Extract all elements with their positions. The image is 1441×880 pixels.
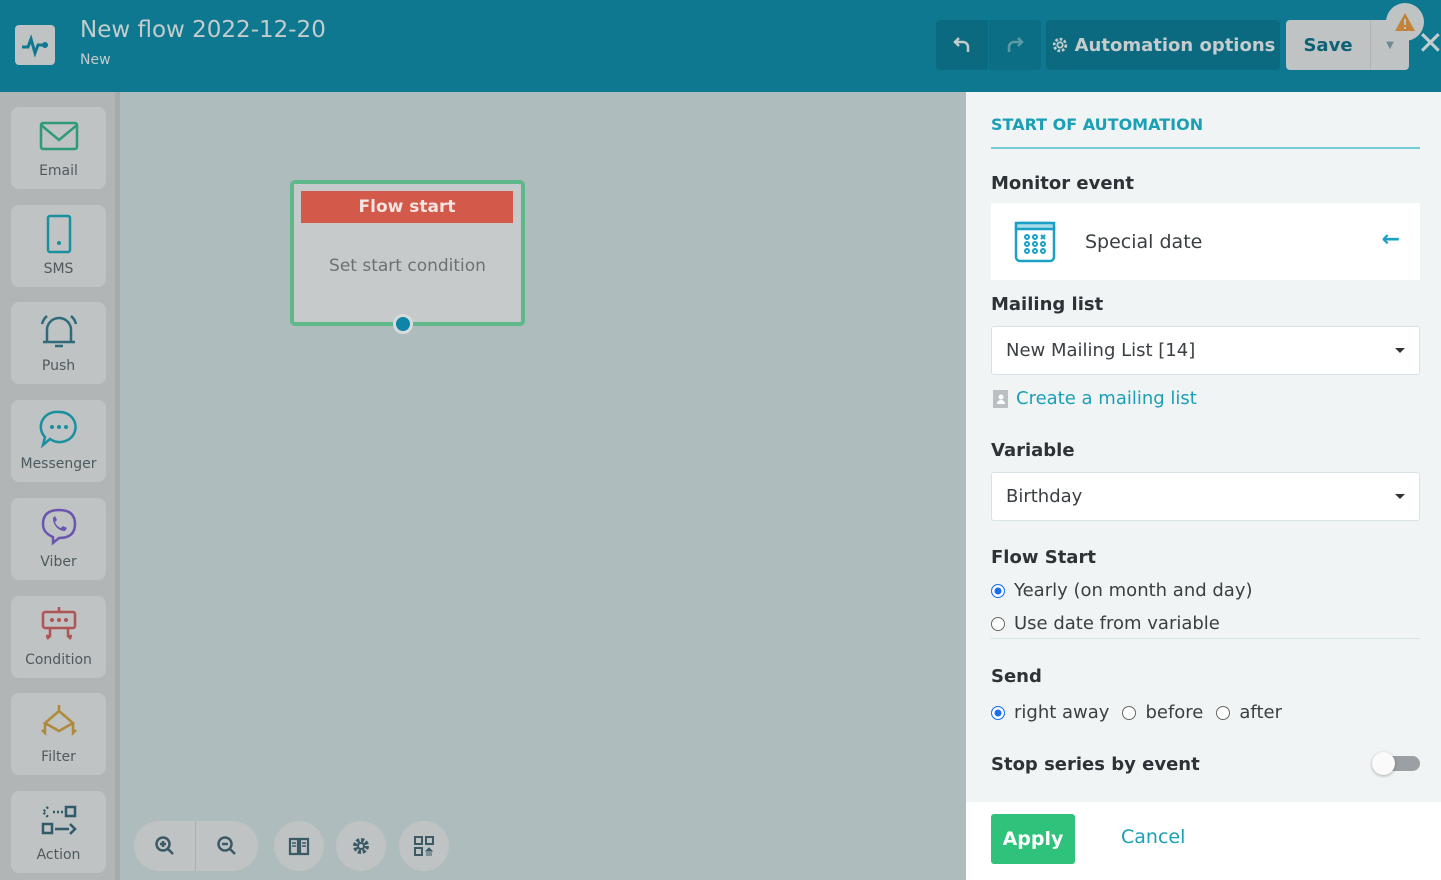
- redo-button[interactable]: [989, 20, 1041, 70]
- radio-checked[interactable]: [991, 583, 1005, 598]
- palette-item-label: SMS: [43, 261, 74, 277]
- send-before-radio[interactable]: [1122, 705, 1137, 720]
- monitor-event-label: Monitor event: [991, 173, 1134, 194]
- palette-item-label: Condition: [25, 652, 92, 668]
- caret-down-icon: [1395, 494, 1405, 499]
- mailing-list-label: Mailing list: [991, 294, 1104, 315]
- action-icon: [40, 805, 77, 835]
- arrow-left-icon[interactable]: ←: [1382, 227, 1400, 252]
- zoom-out-button[interactable]: [196, 821, 258, 871]
- option-label: before: [1145, 702, 1204, 723]
- chat-bubble-icon: [39, 410, 77, 449]
- filter-icon: [40, 705, 77, 737]
- create-mailing-list-link[interactable]: Create a mailing list: [991, 388, 1197, 409]
- zoom-in-icon: [154, 836, 174, 855]
- cancel-button[interactable]: Cancel: [1121, 826, 1185, 848]
- save-button[interactable]: Save: [1286, 20, 1370, 70]
- divider: [991, 638, 1420, 639]
- palette-item-label: Push: [41, 358, 76, 374]
- flow-start-label: Flow Start: [991, 547, 1096, 568]
- option-label: right away: [1014, 702, 1110, 723]
- stop-series-label: Stop series by event: [991, 754, 1200, 775]
- section-divider: [991, 147, 1420, 149]
- palette-item-label: Messenger: [20, 456, 97, 472]
- book-icon: [288, 837, 310, 856]
- gear-icon: [353, 838, 369, 854]
- palette-item-filter[interactable]: Filter: [11, 693, 106, 775]
- flow-start-option-variable[interactable]: Use date from variable: [991, 613, 1220, 634]
- layout-icon: [414, 836, 434, 856]
- automation-options-label: Automation options: [1074, 34, 1276, 56]
- send-options: right away before after: [991, 702, 1282, 723]
- palette-item-viber[interactable]: Viber: [11, 498, 106, 580]
- mailing-list-select[interactable]: New Mailing List [14]: [991, 326, 1420, 375]
- condition-icon: [41, 607, 76, 640]
- palette-item-label: Viber: [40, 554, 77, 570]
- palette-item-label: Action: [36, 847, 81, 863]
- settings-button[interactable]: [336, 821, 386, 871]
- palette-item-messenger[interactable]: Messenger: [11, 400, 106, 482]
- palette-item-label: Filter: [41, 749, 76, 765]
- address-book-icon: [993, 389, 1008, 408]
- warning-icon: [1395, 13, 1415, 31]
- calendar-icon: [1014, 221, 1056, 262]
- palette-item-condition[interactable]: Condition: [11, 596, 106, 678]
- send-right-away-radio[interactable]: [991, 705, 1005, 720]
- gear-icon: [1052, 37, 1067, 53]
- palette-item-sms[interactable]: SMS: [11, 205, 106, 287]
- palette-item-push[interactable]: Push: [11, 302, 106, 384]
- section-title: START OF AUTOMATION: [991, 115, 1204, 134]
- block-palette: Email SMS Push Messenger Viber Condition…: [0, 92, 120, 880]
- toggle-knob[interactable]: [1372, 752, 1395, 775]
- radio-unchecked[interactable]: [991, 616, 1005, 631]
- option-label: Yearly (on month and day): [1014, 580, 1253, 601]
- variable-select[interactable]: Birthday: [991, 472, 1420, 521]
- undo-button[interactable]: [936, 20, 988, 70]
- palette-item-email[interactable]: Email: [11, 107, 106, 189]
- redo-icon: [1007, 37, 1024, 52]
- caret-down-icon: [1395, 348, 1405, 353]
- option-label: Use date from variable: [1014, 613, 1220, 634]
- option-label: after: [1239, 702, 1282, 723]
- viber-icon: [41, 508, 76, 546]
- phone-icon: [46, 214, 71, 254]
- bell-icon: [40, 315, 77, 348]
- pulse-icon: [22, 34, 48, 57]
- envelope-icon: [39, 121, 78, 151]
- variable-label: Variable: [991, 440, 1075, 461]
- create-mailing-list-label: Create a mailing list: [1016, 388, 1197, 409]
- send-after-radio[interactable]: [1216, 705, 1231, 720]
- app-logo: [15, 25, 55, 65]
- close-icon[interactable]: ✕: [1417, 27, 1441, 59]
- event-name: Special date: [1085, 230, 1203, 253]
- mailing-list-value: New Mailing List [14]: [1006, 340, 1196, 361]
- flow-start-option-yearly[interactable]: Yearly (on month and day): [991, 580, 1253, 601]
- arrange-button[interactable]: [399, 821, 449, 871]
- automation-options-button[interactable]: Automation options: [1046, 20, 1280, 70]
- apply-button[interactable]: Apply: [991, 814, 1075, 864]
- send-label: Send: [991, 666, 1042, 687]
- node-title: Flow start: [301, 191, 513, 223]
- flow-title[interactable]: New flow 2022-12-20: [80, 17, 326, 43]
- variable-value: Birthday: [1006, 486, 1083, 507]
- palette-item-label: Email: [39, 163, 78, 179]
- node-condition-text[interactable]: Set start condition: [294, 256, 521, 276]
- flow-status: New: [80, 52, 111, 68]
- undo-icon: [953, 37, 970, 52]
- monitor-event-card[interactable]: Special date ←: [991, 203, 1420, 280]
- zoom-in-button[interactable]: [134, 821, 196, 871]
- node-output-connector[interactable]: [393, 314, 413, 334]
- chevron-down-icon: ▼: [1386, 39, 1394, 51]
- zoom-out-icon: [217, 836, 236, 855]
- flow-start-node[interactable]: Flow start Set start condition: [290, 180, 525, 326]
- palette-item-action[interactable]: Action: [11, 791, 106, 873]
- guide-button[interactable]: [274, 821, 324, 871]
